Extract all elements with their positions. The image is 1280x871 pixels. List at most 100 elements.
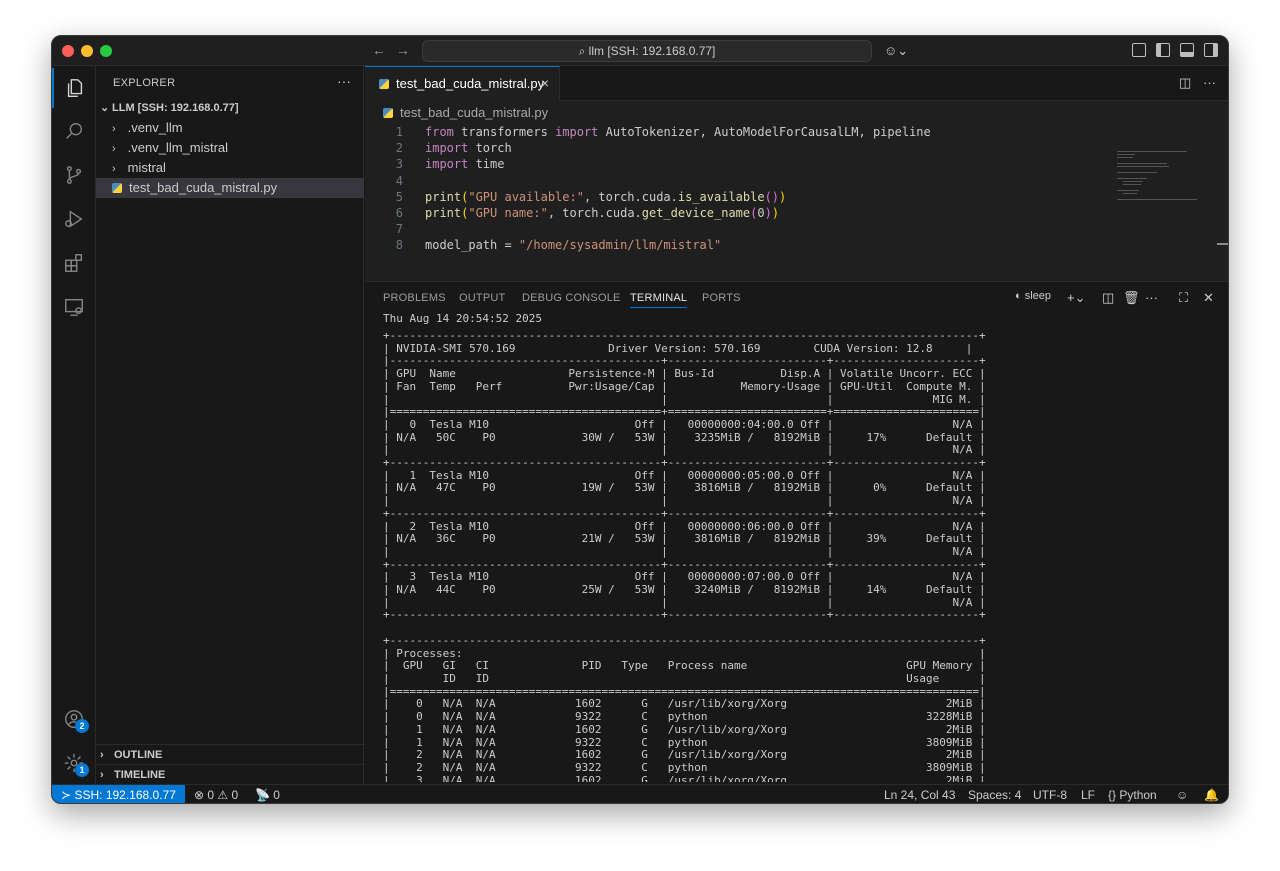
customize-layout-icon[interactable] [1132, 43, 1146, 57]
manage-gear-icon[interactable]: 1 [52, 743, 96, 783]
terminal-line: | N/A 44C P0 25W / 53W | 3240MiB / 8192M… [383, 583, 986, 597]
title-bar: ← → ⌕ llm [SSH: 192.168.0.77] ☺⌄ [52, 36, 1228, 66]
remote-indicator[interactable]: ≻ SSH: 192.168.0.77 [52, 785, 185, 803]
terminal-instance[interactable]: ◐ sleep [1015, 290, 1051, 302]
panel-more-actions[interactable]: ··· [1145, 290, 1158, 305]
explorer-more-actions[interactable]: ··· [337, 73, 351, 89]
braces-icon: {} [1108, 788, 1120, 802]
editor-tabs: test_bad_cuda_mistral.py × ◫ ··· [365, 66, 1228, 101]
forward-arrow-icon[interactable]: → [394, 42, 412, 58]
end-of-line[interactable]: LF [1081, 785, 1095, 803]
code-editor[interactable]: 1 from transformers import AutoTokenizer,… [365, 124, 1105, 279]
tab-terminal[interactable]: TERMINAL [630, 282, 688, 314]
split-terminal-icon[interactable]: ◫ [1102, 290, 1114, 306]
code-token: is_available [677, 189, 765, 204]
terminal-line: | 0 Tesla M10 Off | 00000000:04:00.0 Off… [383, 417, 986, 431]
tab-debug-console[interactable]: DEBUG CONSOLE [522, 282, 621, 314]
search-icon[interactable] [52, 111, 96, 151]
minimap[interactable] [1117, 151, 1207, 211]
terminal-line: | 1 N/A N/A 1602 G /usr/lib/xorg/Xorg 2M… [383, 722, 986, 736]
code-token: "/home/sysadmin/llm/mistral" [518, 238, 722, 253]
code-text: import time [425, 156, 504, 172]
source-control-icon[interactable] [52, 155, 96, 195]
accounts-badge: 2 [75, 719, 89, 733]
remote-explorer-icon[interactable] [52, 287, 96, 327]
tab-output[interactable]: OUTPUT [459, 282, 505, 314]
terminal-line: +---------------------------------------… [383, 506, 986, 520]
terminal-line: +---------------------------------------… [383, 329, 986, 342]
line-number: 3 [395, 157, 403, 172]
new-terminal-icon[interactable]: +⌄ [1067, 290, 1085, 306]
maximize-window-button[interactable] [100, 45, 112, 57]
line-number: 8 [395, 238, 403, 253]
tree-item-mistral[interactable]: › mistral [96, 158, 364, 178]
chevron-right-icon: › [100, 749, 104, 761]
terminal-line: Thu Aug 14 20:54:52 2025 [383, 312, 542, 325]
outline-section[interactable]: › OUTLINE [96, 744, 364, 764]
code-token: transformers [453, 125, 556, 139]
chevron-right-icon: › [112, 123, 116, 135]
breadcrumb[interactable]: test_bad_cuda_mistral.py [383, 102, 548, 124]
code-token: 0 [757, 206, 765, 220]
toggle-secondary-sidebar-icon[interactable] [1204, 43, 1218, 57]
line-number: 2 [395, 141, 403, 156]
vscode-window: ← → ⌕ llm [SSH: 192.168.0.77] ☺⌄ 2 1 EXP… [51, 35, 1229, 804]
maximize-panel-icon[interactable]: ⛶ [1179, 290, 1188, 306]
close-panel-icon[interactable]: ✕ [1203, 290, 1214, 306]
run-debug-icon[interactable] [52, 199, 96, 239]
code-token: time [468, 157, 505, 172]
remote-icon: ≻ [61, 788, 75, 802]
tab-ports[interactable]: PORTS [702, 282, 741, 314]
code-token: () [764, 189, 780, 204]
line-number: 5 [395, 189, 403, 204]
close-window-button[interactable] [62, 45, 74, 57]
terminal-icon: ◐ [1015, 290, 1025, 302]
activity-bar: 2 1 [52, 66, 96, 784]
split-editor-icon[interactable]: ◫ [1179, 75, 1191, 91]
warning-icon: ⚠ [217, 788, 232, 802]
copilot-icon[interactable]: ☺⌄ [884, 43, 908, 59]
status-bar: ≻ SSH: 192.168.0.77 ⊗ 0 ⚠ 0 📡 0 Ln 24, C… [52, 784, 1228, 803]
timeline-section[interactable]: › TIMELINE [96, 764, 364, 784]
indentation[interactable]: Spaces: 4 [968, 785, 1021, 803]
problems-status[interactable]: ⊗ 0 ⚠ 0 [194, 785, 238, 803]
tree-item-venv-llm-mistral[interactable]: › .venv_llm_mistral [96, 138, 364, 158]
kill-terminal-icon[interactable]: 🗑 [1123, 290, 1140, 306]
line-number: 4 [395, 173, 403, 188]
notifications-bell-icon[interactable]: 🔔 [1204, 785, 1219, 803]
code-token: AutoTokenizer, AutoModelForCausalLM, pip… [598, 125, 931, 139]
workspace-root[interactable]: ⌄ LLM [SSH: 192.168.0.77] [96, 98, 364, 118]
ports-status[interactable]: 📡 0 [255, 785, 280, 803]
code-token: print [425, 206, 462, 220]
terminal-output[interactable]: Thu Aug 14 20:54:52 2025 +---------------… [383, 312, 1223, 782]
encoding[interactable]: UTF-8 [1033, 785, 1067, 803]
toggle-panel-icon[interactable] [1180, 43, 1194, 57]
code-token: ) [764, 206, 772, 220]
chevron-down-icon: ⌄ [100, 102, 110, 114]
scroll-position-marker [1217, 243, 1228, 245]
editor-more-actions[interactable]: ··· [1203, 75, 1216, 90]
code-text: print("GPU available:", torch.cuda.is_av… [425, 189, 786, 205]
explorer-sidebar: EXPLORER ··· ⌄ LLM [SSH: 192.168.0.77] › … [96, 66, 364, 784]
cursor-position[interactable]: Ln 24, Col 43 [884, 785, 955, 803]
extensions-icon[interactable] [52, 243, 96, 283]
tab-problems[interactable]: PROBLEMS [383, 282, 446, 314]
tree-item-test-bad-cuda-mistral[interactable]: test_bad_cuda_mistral.py [96, 178, 364, 198]
explorer-icon[interactable] [52, 68, 96, 108]
language-mode[interactable]: {} Python [1108, 785, 1157, 803]
explorer-title: EXPLORER [113, 77, 176, 89]
command-center-search[interactable]: ⌕ llm [SSH: 192.168.0.77] [422, 40, 872, 62]
terminal-line: +---------------------------------------… [383, 456, 986, 470]
terminal-line: | GPU Name Persistence-M | Bus-Id Disp.A… [383, 367, 986, 381]
back-arrow-icon[interactable]: ← [370, 42, 388, 58]
minimize-window-button[interactable] [81, 45, 93, 57]
accounts-icon[interactable]: 2 [52, 699, 96, 739]
copilot-status-icon[interactable]: ☺ [1176, 785, 1188, 803]
tree-item-venv-llm[interactable]: › .venv_llm [96, 118, 364, 138]
code-text: from transformers import AutoTokenizer, … [425, 124, 931, 140]
tab-test-bad-cuda-mistral[interactable]: test_bad_cuda_mistral.py × [365, 66, 560, 101]
terminal-line: | Fan Temp Perf Pwr:Usage/Cap | Memory-U… [383, 379, 986, 393]
toggle-primary-sidebar-icon[interactable] [1156, 43, 1170, 57]
close-tab-icon[interactable]: × [541, 67, 549, 100]
terminal-line: | | | N/A | [383, 544, 986, 558]
